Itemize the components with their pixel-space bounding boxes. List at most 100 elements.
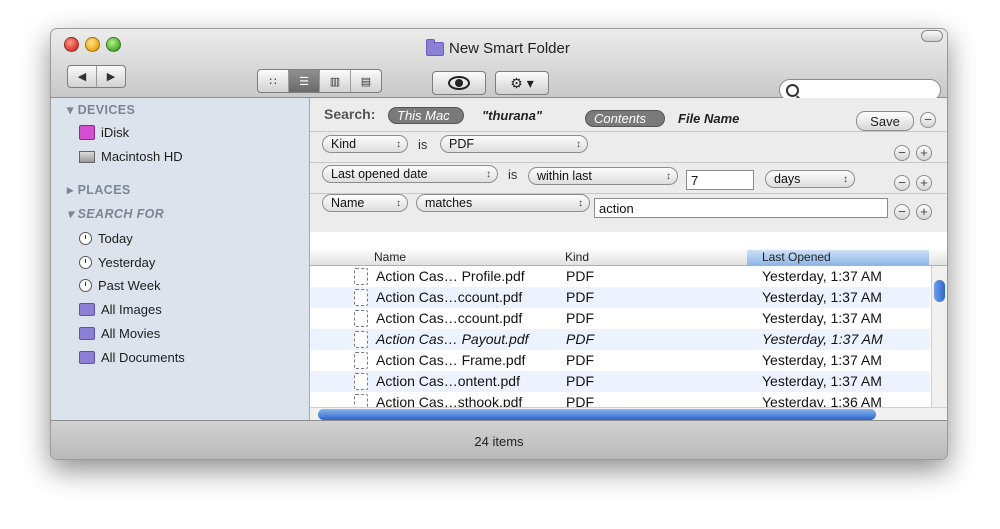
zoom-button[interactable] — [106, 37, 121, 52]
smart-folder-icon — [79, 303, 95, 316]
back-forward-buttons: ◀ ▶ — [67, 65, 126, 88]
table-row[interactable]: Action Cas… Frame.pdf PDF Yesterday, 1:3… — [310, 350, 930, 371]
criteria-value-popup[interactable]: matches — [416, 194, 590, 212]
action-button[interactable]: ⚙ ▾ — [495, 71, 549, 95]
table-row[interactable]: Action Cas… Profile.pdf PDF Yesterday, 1… — [310, 266, 930, 287]
toolbar-toggle-button[interactable] — [921, 30, 943, 42]
sidebar-item-yesterday[interactable]: Yesterday — [79, 255, 155, 270]
sidebar-item-label: All Movies — [101, 326, 161, 341]
list-view-button[interactable]: ☰ — [289, 70, 320, 92]
sidebar-item-label: Past Week — [98, 278, 161, 293]
criteria-attr-popup[interactable]: Last opened date — [322, 165, 498, 183]
horizontal-scrollbar[interactable] — [310, 407, 947, 421]
save-button[interactable]: Save — [856, 111, 914, 131]
add-criteria-button[interactable]: + — [916, 204, 932, 220]
window-title: New Smart Folder — [426, 38, 570, 57]
sidebar-section-search-for[interactable]: ▾ SEARCH FOR — [67, 206, 164, 221]
criteria-attr-popup[interactable]: Name — [322, 194, 408, 212]
criteria-unit-popup[interactable]: days — [765, 170, 855, 188]
criteria-value-popup[interactable]: within last — [528, 167, 678, 185]
scope-user-button[interactable]: "thurana" — [474, 107, 554, 124]
remove-criteria-button[interactable]: − — [920, 112, 936, 128]
sidebar-item-today[interactable]: Today — [79, 231, 133, 246]
file-last-opened: Yesterday, 1:37 AM — [762, 310, 882, 326]
vertical-scroll-thumb[interactable] — [934, 280, 945, 302]
add-criteria-button[interactable]: + — [916, 175, 932, 191]
quick-look-button[interactable] — [432, 71, 486, 95]
sidebar-item-label: Today — [98, 231, 133, 246]
back-button[interactable]: ◀ — [68, 66, 97, 87]
pdf-file-icon — [354, 394, 368, 407]
remove-criteria-button[interactable]: − — [894, 145, 910, 161]
column-header-name[interactable]: Name — [374, 250, 406, 264]
file-name: Action Cas…ccount.pdf — [376, 289, 523, 305]
contents-button[interactable]: Contents — [585, 110, 665, 127]
finder-window: New Smart Folder ◀ ▶ ∷ ☰ ▥ ▤ ⚙ ▾ ▾ DEVIC… — [50, 28, 948, 460]
idisk-icon — [79, 125, 95, 140]
add-criteria-button[interactable]: + — [916, 145, 932, 161]
file-name-button[interactable]: File Name — [670, 110, 766, 127]
search-label: Search: — [324, 106, 376, 122]
column-header-row: Name Kind Last Opened — [310, 250, 947, 266]
sidebar-item-past-week[interactable]: Past Week — [79, 278, 161, 293]
file-name: Action Cas… Frame.pdf — [376, 352, 526, 368]
scope-this-mac-button[interactable]: This Mac — [388, 107, 464, 124]
sidebar-item-label: All Images — [101, 302, 162, 317]
remove-criteria-button[interactable]: − — [894, 204, 910, 220]
column-header-last-opened[interactable]: Last Opened — [747, 250, 929, 265]
clock-icon — [79, 232, 92, 245]
pdf-file-icon — [354, 310, 368, 327]
search-criteria-bar: Search: This Mac "thurana" Contents File… — [310, 98, 947, 232]
file-last-opened: Yesterday, 1:37 AM — [762, 268, 882, 284]
sidebar: ▾ DEVICES iDisk Macintosh HD ▸ PLACES ▾ … — [51, 98, 310, 420]
file-last-opened: Yesterday, 1:36 AM — [762, 394, 882, 407]
horizontal-scroll-thumb[interactable] — [318, 409, 876, 420]
title-bar: New Smart Folder ◀ ▶ ∷ ☰ ▥ ▤ ⚙ ▾ — [51, 29, 947, 101]
clock-icon — [79, 279, 92, 292]
file-last-opened: Yesterday, 1:37 AM — [762, 373, 882, 389]
column-header-kind[interactable]: Kind — [565, 250, 589, 264]
hard-drive-icon — [79, 150, 95, 163]
file-kind: PDF — [566, 289, 594, 305]
sidebar-item-idisk[interactable]: iDisk — [79, 125, 129, 140]
close-button[interactable] — [64, 37, 79, 52]
coverflow-view-button[interactable]: ▤ — [351, 70, 381, 92]
file-name: Action Cas…ontent.pdf — [376, 373, 520, 389]
icon-view-button[interactable]: ∷ — [258, 70, 289, 92]
pdf-file-icon — [354, 331, 368, 348]
forward-button[interactable]: ▶ — [97, 66, 125, 87]
table-row[interactable]: Action Cas…ccount.pdf PDF Yesterday, 1:3… — [310, 287, 930, 308]
criteria-operator-label: is — [508, 167, 518, 182]
file-kind: PDF — [566, 268, 594, 284]
smart-folder-icon — [79, 351, 95, 364]
sidebar-item-macintosh-hd[interactable]: Macintosh HD — [79, 149, 183, 164]
column-view-button[interactable]: ▥ — [320, 70, 351, 92]
table-row[interactable]: Action Cas… Payout.pdf PDF Yesterday, 1:… — [310, 329, 930, 350]
file-kind: PDF — [566, 310, 594, 326]
sidebar-item-all-images[interactable]: All Images — [79, 302, 162, 317]
sidebar-section-places[interactable]: ▸ PLACES — [67, 182, 131, 197]
vertical-scrollbar[interactable] — [931, 266, 947, 407]
eye-icon — [448, 76, 470, 90]
criteria-number-field[interactable]: 7 — [686, 170, 754, 190]
minimize-button[interactable] — [85, 37, 100, 52]
criteria-attr-popup[interactable]: Kind — [322, 135, 408, 153]
sidebar-item-all-movies[interactable]: All Movies — [79, 326, 160, 341]
file-kind: PDF — [566, 394, 594, 407]
criteria-text-field[interactable]: action — [594, 198, 888, 218]
table-row[interactable]: Action Cas…sthook.pdf PDF Yesterday, 1:3… — [310, 392, 930, 407]
sidebar-item-label: Macintosh HD — [101, 149, 183, 164]
sidebar-item-label: Yesterday — [98, 255, 156, 270]
sidebar-section-devices[interactable]: ▾ DEVICES — [67, 102, 135, 117]
criteria-operator-label: is — [418, 137, 428, 152]
table-row[interactable]: Action Cas…ontent.pdf PDF Yesterday, 1:3… — [310, 371, 930, 392]
pdf-file-icon — [354, 352, 368, 369]
table-row[interactable]: Action Cas…ccount.pdf PDF Yesterday, 1:3… — [310, 308, 930, 329]
window-title-text: New Smart Folder — [449, 40, 570, 57]
criteria-value-popup[interactable]: PDF — [440, 135, 588, 153]
smart-folder-icon — [79, 327, 95, 340]
remove-criteria-button[interactable]: − — [894, 175, 910, 191]
file-name: Action Cas…ccount.pdf — [376, 310, 523, 326]
file-last-opened: Yesterday, 1:37 AM — [762, 289, 882, 305]
sidebar-item-all-documents[interactable]: All Documents — [79, 350, 185, 365]
